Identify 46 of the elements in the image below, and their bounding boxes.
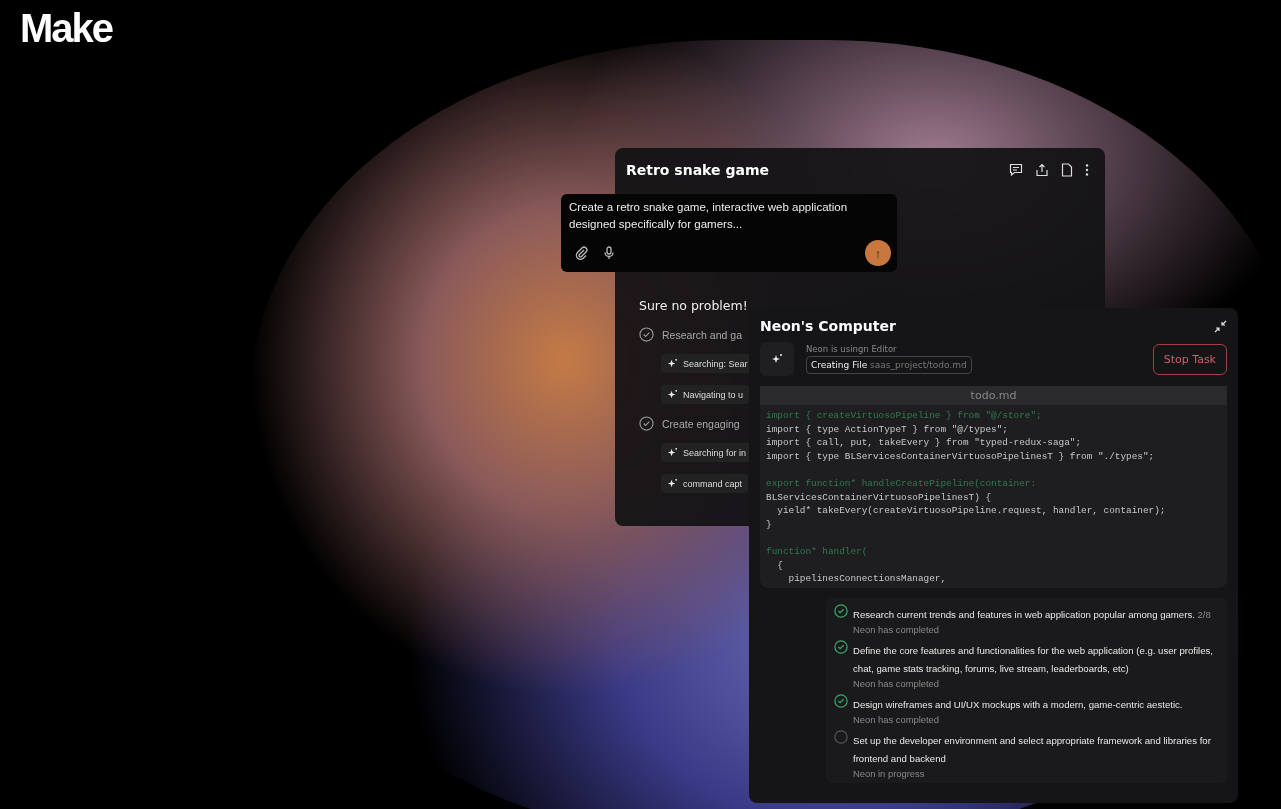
sparkle-icon — [667, 358, 678, 369]
stop-task-button[interactable]: Stop Task — [1152, 343, 1227, 375]
paperclip-icon[interactable] — [575, 246, 588, 260]
code-line: BLServicesContainerVirtuosoPipelinesT) { — [766, 490, 993, 505]
microphone-icon[interactable] — [604, 246, 614, 260]
sparkle-icon — [760, 342, 794, 376]
comment-icon[interactable] — [1009, 163, 1023, 177]
code-line: yield* takeEvery(createVirtuosoPipeline.request, handler, container); — [776, 504, 1167, 518]
code-line: import { type BLServicesContainerVirtuosoPipelinesT } from "./types"; — [766, 449, 1156, 464]
task-status: Neon has completed — [853, 712, 940, 727]
code-line: function* handler( — [766, 544, 869, 559]
step-text: Research and ga — [662, 328, 742, 341]
share-icon[interactable] — [1035, 163, 1049, 177]
code-line: export function* handleCreatePipeline(container: — [766, 476, 1038, 491]
logo: Make — [20, 6, 113, 51]
task-status: Neon has completed — [853, 676, 940, 691]
more-icon[interactable] — [1085, 163, 1089, 177]
code-line: import { call, put, takeEvery } from "typed-redux-saga"; — [766, 436, 1083, 450]
task-status: Neon has completed — [853, 622, 940, 637]
send-button[interactable]: ↑ — [865, 240, 891, 266]
tool-label: Neon is usingn Editor — [806, 344, 898, 354]
file-action-chip: Creating File saas_project/todo.md — [806, 356, 972, 374]
panel-title: Neon's Computer — [760, 318, 896, 334]
action-chip: command capt — [661, 474, 749, 493]
code-line: { — [776, 558, 784, 573]
reply-text: Sure no problem! — [639, 298, 749, 313]
code-line: import { type ActionTypeT } from "@/types"; — [766, 422, 1009, 437]
code-line: } — [766, 517, 773, 532]
collapse-icon[interactable] — [1214, 319, 1227, 333]
task-text: Design wireframes and UI/UX mockups with a modern, game-centric aestetic. — [853, 698, 1183, 710]
file-name: todo.md — [760, 386, 1227, 405]
chat-title: Retro snake game — [626, 162, 769, 178]
sparkle-icon — [667, 447, 678, 458]
task-text: Research current trends and features in web application popular among gamers. 2/8 — [853, 608, 1211, 620]
code-line: pipelinesConnectionsManager, — [787, 572, 948, 586]
task-status: Neon in progress — [853, 766, 926, 781]
task-text: Set up the developer environment and select appropriate framework and libraries for frontend and backend — [853, 734, 1211, 764]
code-line: import { createVirtuosoPipeline } from "@/store"; — [766, 409, 1043, 423]
document-icon[interactable] — [1061, 163, 1073, 177]
task-text: Define the core features and functionalities for the web application (e.g. user profiles, chat, game stats tracking, forums, live stream, leaderboards, etc) — [853, 644, 1213, 674]
prompt-box[interactable]: Create a retro snake game, interactive web application designed specifically for gamers... ↑ — [561, 194, 897, 272]
action-chip: Navigating to u — [661, 385, 750, 404]
prompt-input[interactable]: Create a retro snake game, interactive web application designed specifically for gamers... — [569, 199, 891, 233]
step-text: Create engaging — [662, 417, 740, 430]
sparkle-icon — [667, 389, 678, 400]
sparkle-icon — [667, 478, 678, 489]
